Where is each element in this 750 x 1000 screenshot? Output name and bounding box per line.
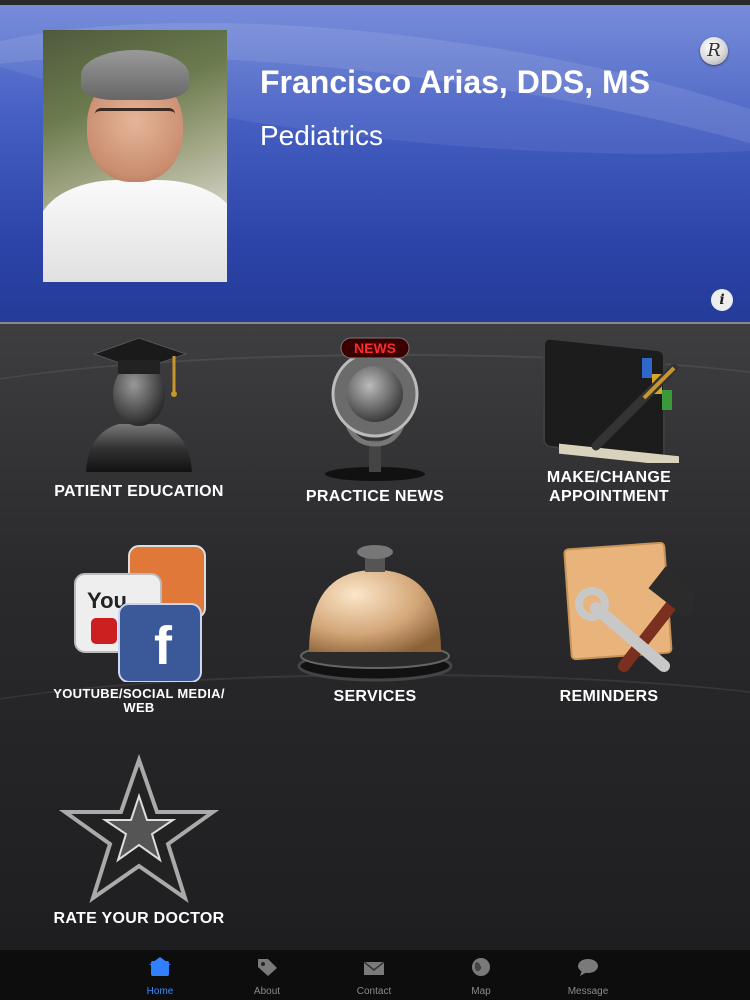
profile-header: Francisco Arias, DDS, MS Pediatrics R i <box>0 0 750 322</box>
tab-contact[interactable]: Contact <box>319 950 429 1000</box>
patient-education-label: PATIENT EDUCATION <box>54 483 224 500</box>
menu-item-services[interactable]: SERVICES <box>250 542 500 706</box>
menu-item-practice-news[interactable]: NEWS PRACTICE NEWS <box>250 332 500 506</box>
tag-icon <box>258 959 277 976</box>
menu-item-appointment[interactable]: MAKE/CHANGE APPOINTMENT <box>484 328 734 506</box>
appointment-label-2: APPOINTMENT <box>549 488 669 505</box>
facebook-letter: f <box>154 616 173 676</box>
tab-home-label: Home <box>146 986 174 997</box>
social-label-1: YOUTUBE/SOCIAL MEDIA/ <box>53 686 225 701</box>
doctor-photo <box>43 30 227 282</box>
news-sign-text: NEWS <box>354 340 396 356</box>
services-label: SERVICES <box>333 688 417 705</box>
rate-doctor-label: RATE YOUR DOCTOR <box>53 910 225 927</box>
chat-bubble-icon <box>578 959 598 976</box>
menu-item-rate-doctor[interactable]: RATE YOUR DOCTOR <box>14 753 264 928</box>
tab-home[interactable]: Home <box>105 950 215 1000</box>
appointment-label-1: MAKE/CHANGE <box>546 469 672 486</box>
microphone-icon: NEWS <box>325 337 425 481</box>
menu-item-social-media[interactable]: You f YOUTUBE/SOCIAL MEDIA/ WEB <box>14 542 264 715</box>
tab-about-label: About <box>253 986 281 997</box>
social-label-2: WEB <box>123 700 155 715</box>
r-logo-button[interactable]: R <box>700 37 728 65</box>
social-media-icon: You f <box>74 545 206 683</box>
doctor-specialty: Pediatrics <box>260 120 383 151</box>
info-button[interactable]: i <box>711 289 733 311</box>
tab-message-label: Message <box>567 986 609 997</box>
globe-icon <box>472 958 490 976</box>
reminders-label: REMINDERS <box>559 688 659 705</box>
menu-item-reminders[interactable]: REMINDERS <box>484 541 734 706</box>
doctor-name: Francisco Arias, DDS, MS <box>260 64 651 100</box>
practice-news-label: PRACTICE NEWS <box>305 488 445 505</box>
tools-icon <box>563 541 704 672</box>
bottom-tab-bar: Home About Contact Map Message <box>0 950 750 1000</box>
star-icon <box>58 753 220 903</box>
tab-about[interactable]: About <box>212 950 322 1000</box>
tab-map[interactable]: Map <box>426 950 536 1000</box>
service-bell-icon <box>297 545 453 682</box>
tab-message[interactable]: Message <box>533 950 643 1000</box>
menu-item-patient-education[interactable]: PATIENT EDUCATION <box>14 332 264 501</box>
tab-map-label: Map <box>471 986 491 997</box>
envelope-icon <box>363 961 385 975</box>
menu-grid: PATIENT EDUCATION NEWS PRACTICE NEWS MAK… <box>0 322 750 952</box>
tab-contact-label: Contact <box>356 986 392 997</box>
graduate-icon <box>86 337 192 472</box>
home-icon <box>149 957 171 976</box>
book-pen-icon <box>543 337 679 467</box>
